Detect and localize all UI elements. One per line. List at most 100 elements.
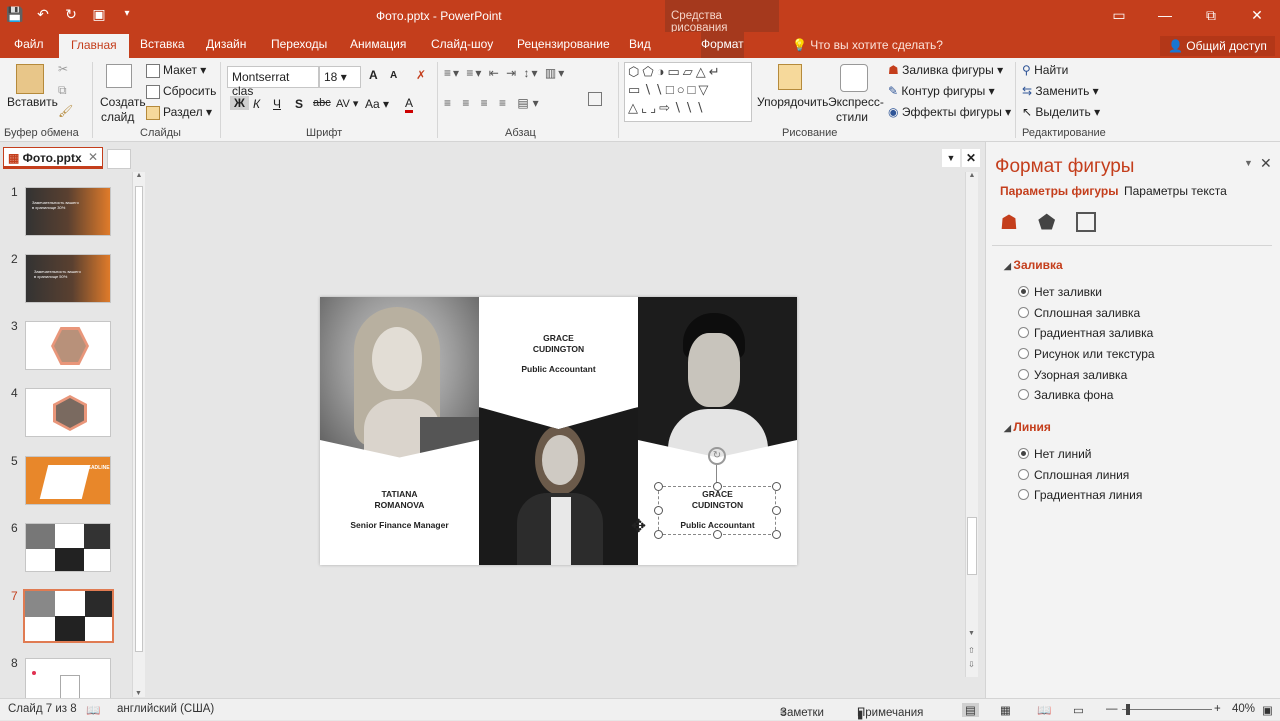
copy-icon[interactable]: ⧉ — [58, 83, 67, 98]
find-button[interactable]: ⚲ Найти — [1022, 63, 1068, 77]
format-painter-icon[interactable]: 🖌 — [58, 104, 73, 118]
slide-thumbnail-2[interactable]: Замечательность вашего в хранилище 50% — [25, 254, 111, 303]
tab-shape-options[interactable]: Параметры фигуры — [1000, 184, 1118, 198]
scroll-up-icon[interactable]: ▲ — [133, 172, 145, 179]
customize-qat-icon[interactable]: ▾ — [118, 5, 136, 23]
resize-handle[interactable] — [654, 482, 663, 491]
slide-thumbnail-8[interactable] — [25, 658, 111, 700]
restore-icon[interactable]: ⧉ — [1188, 0, 1234, 30]
redo-icon[interactable]: ↻ — [62, 5, 80, 23]
font-size-dropdown[interactable]: 18 ▾ — [319, 66, 361, 88]
language-indicator[interactable]: английский (США) — [117, 703, 214, 715]
slide-thumbnail-5[interactable]: HEADLINE — [25, 456, 111, 505]
effects-pentagon-icon[interactable]: ⬟ — [1038, 210, 1055, 235]
undo-icon[interactable]: ↶ — [34, 5, 52, 23]
scrollbar-thumb[interactable] — [967, 517, 977, 575]
tab-insert[interactable]: Вставка — [140, 37, 185, 51]
ribbon-display-icon[interactable]: ▭ — [1096, 0, 1142, 30]
share-button[interactable]: 👤 Общий доступ — [1160, 36, 1275, 56]
tab-text-options[interactable]: Параметры текста — [1124, 184, 1227, 198]
document-tab[interactable]: ▦ Фото.pptx ✕ — [3, 147, 103, 169]
select-button[interactable]: ↖ Выделить ▾ — [1022, 105, 1100, 119]
change-case-button[interactable]: Aa ▾ — [365, 97, 389, 111]
thumbnails-scrollbar[interactable]: ▲ ▼ — [132, 172, 145, 697]
char-spacing-button[interactable]: AV ▾ — [336, 97, 358, 110]
shape-outline-button[interactable]: ✎ Контур фигуры ▾ — [888, 84, 995, 98]
quick-styles-label-2[interactable]: стили — [836, 110, 868, 124]
resize-handle[interactable] — [772, 506, 781, 515]
fill-option-background[interactable]: Заливка фона — [1018, 388, 1113, 402]
caption-top[interactable]: GRACE CUDINGTON Public Accountant — [479, 333, 638, 375]
tab-view[interactable]: Вид — [629, 37, 651, 51]
zoom-slider[interactable] — [1122, 709, 1212, 710]
next-slide-icon[interactable]: ⇩ — [966, 660, 977, 669]
slide-thumbnail-4[interactable] — [25, 388, 111, 437]
tab-list-icon[interactable]: ▼ — [942, 149, 960, 167]
fill-option-pattern[interactable]: Узорная заливка — [1018, 368, 1127, 382]
replace-button[interactable]: ⇆ Заменить ▾ — [1022, 84, 1099, 98]
fit-to-window-icon[interactable]: ▣ — [1262, 703, 1273, 717]
zoom-in-icon[interactable]: + — [1214, 703, 1221, 715]
quick-styles-label-1[interactable]: Экспресс- — [828, 95, 884, 109]
close-tab-icon[interactable]: ✕ — [88, 150, 98, 164]
tell-me-search[interactable]: 💡 Что вы хотите сделать? — [792, 38, 943, 52]
bullets-button[interactable]: ≡▾ ≡▾ ⇤ ⇥ ↕▾ ▥▾ — [444, 66, 566, 80]
slideshow-view-icon[interactable]: ▭ — [1073, 703, 1084, 717]
slide-thumbnail-6[interactable] — [25, 523, 111, 572]
strikethrough-button[interactable]: abc — [313, 97, 331, 109]
slide-thumbnail-1[interactable]: Замечательность вашего в хранилище 30% — [25, 187, 111, 236]
close-document-icon[interactable]: ✕ — [962, 149, 980, 167]
shadow-button[interactable]: S — [295, 97, 303, 111]
slide-sorter-icon[interactable]: ▦ — [1000, 703, 1011, 717]
font-color-button[interactable]: A — [405, 96, 414, 113]
tab-review[interactable]: Рецензирование — [517, 37, 610, 51]
fill-option-gradient[interactable]: Градиентная заливка — [1018, 326, 1153, 340]
new-slide-label-2[interactable]: слайд — [101, 110, 134, 124]
zoom-level[interactable]: 40% — [1232, 703, 1255, 715]
tab-file[interactable]: Файл — [14, 37, 44, 51]
scroll-up-icon[interactable]: ▲ — [966, 172, 978, 179]
layout-button[interactable]: Макет ▾ — [146, 63, 206, 78]
section-button[interactable]: Раздел ▾ — [146, 105, 212, 120]
align-text-icon[interactable] — [588, 92, 602, 106]
save-icon[interactable]: 💾 — [6, 5, 24, 23]
underline-button[interactable]: Ч — [273, 97, 281, 111]
resize-handle[interactable] — [654, 506, 663, 515]
tab-format[interactable]: Формат — [701, 32, 744, 58]
arrange-icon[interactable] — [778, 64, 802, 90]
alignment-buttons[interactable]: ≡ ≡ ≡ ≡ ▤▾ — [444, 96, 543, 110]
font-name-dropdown[interactable]: Montserrat clas — [227, 66, 319, 98]
rotate-handle-icon[interactable]: ↻ — [708, 447, 726, 465]
resize-handle[interactable] — [713, 530, 722, 539]
scroll-down-icon[interactable]: ▼ — [966, 630, 977, 637]
fill-option-none[interactable]: Нет заливки — [1018, 285, 1102, 299]
clear-formatting-icon[interactable]: ✗ — [416, 68, 426, 82]
spellcheck-icon[interactable]: 📖 — [86, 703, 100, 717]
paste-icon[interactable] — [16, 64, 44, 94]
shrink-font-button[interactable]: A — [390, 70, 397, 81]
tab-animations[interactable]: Анимация — [350, 37, 406, 51]
cut-icon[interactable]: ✂ — [58, 62, 68, 76]
scroll-down-icon[interactable]: ▼ — [133, 690, 144, 697]
selection-box[interactable] — [658, 486, 776, 535]
bold-button[interactable]: Ж — [230, 96, 249, 110]
fill-line-icon[interactable]: ☗ — [1000, 210, 1018, 235]
shapes-gallery[interactable]: ⬡⬠◑▭▱△↵ ▭∖∖□○□▽ △⌞⌟⇨∖∖∖ — [624, 62, 752, 122]
photo-young-man[interactable] — [638, 297, 797, 459]
tab-slideshow[interactable]: Слайд-шоу — [431, 37, 493, 51]
tab-design[interactable]: Дизайн — [206, 37, 246, 51]
shape-fill-button[interactable]: ☗ Заливка фигуры ▾ — [888, 63, 1003, 77]
scrollbar-thumb[interactable] — [135, 186, 143, 652]
line-option-gradient[interactable]: Градиентная линия — [1018, 488, 1142, 502]
resize-handle[interactable] — [772, 482, 781, 491]
new-tab-button[interactable] — [107, 149, 131, 169]
resize-handle[interactable] — [772, 530, 781, 539]
resize-handle[interactable] — [654, 530, 663, 539]
resize-handle[interactable] — [713, 482, 722, 491]
quick-styles-icon[interactable] — [840, 64, 868, 92]
tab-home[interactable]: Главная — [59, 34, 129, 58]
slide-thumbnail-3[interactable] — [25, 321, 111, 370]
fill-section-header[interactable]: ◢ Заливка — [1004, 258, 1063, 272]
slide-thumbnail-7[interactable] — [23, 589, 114, 643]
pane-close-icon[interactable]: ✕ — [1260, 155, 1272, 172]
